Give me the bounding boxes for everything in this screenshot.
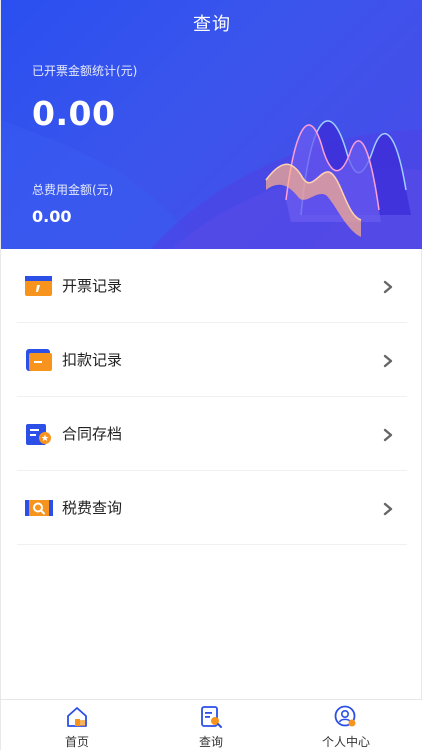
menu-item-tax-query[interactable]: 税费查询 xyxy=(17,471,407,545)
menu-item-label: 开票记录 xyxy=(62,277,123,295)
tab-label: 查询 xyxy=(198,735,223,749)
app-frame: 查询 已开票金额统计(元) 0.00 总费用金额(元) 0.00 开票记录 扣款… xyxy=(0,0,422,750)
profile-icon xyxy=(334,705,358,729)
tab-profile[interactable]: 个人中心 xyxy=(296,700,396,750)
query-menu: 开票记录 扣款记录 合同存档 税费查询 xyxy=(1,249,422,545)
tab-label: 个人中心 xyxy=(321,735,370,749)
chevron-right-icon xyxy=(381,427,395,441)
contract-icon xyxy=(24,421,54,447)
invoice-icon xyxy=(24,273,54,299)
menu-item-deduction-records[interactable]: 扣款记录 xyxy=(17,323,407,397)
query-icon xyxy=(199,705,223,729)
wallet-icon xyxy=(24,347,54,373)
fee-total-label: 总费用金额(元) xyxy=(32,183,114,197)
page-title: 查询 xyxy=(193,14,231,35)
invoice-total-value: 0.00 xyxy=(32,94,116,133)
tax-search-icon xyxy=(24,495,54,521)
menu-item-invoice-records[interactable]: 开票记录 xyxy=(17,249,407,323)
tab-query[interactable]: 查询 xyxy=(161,700,261,750)
tab-home[interactable]: 首页 xyxy=(27,700,127,750)
chevron-right-icon xyxy=(381,279,395,293)
invoice-total-label: 已开票金额统计(元) xyxy=(32,64,138,78)
tab-label: 首页 xyxy=(64,735,89,749)
menu-item-label: 合同存档 xyxy=(62,425,123,443)
fee-total-value: 0.00 xyxy=(32,207,72,226)
chevron-right-icon xyxy=(381,353,395,367)
menu-item-label: 扣款记录 xyxy=(62,351,123,369)
bottom-tab-bar: 首页 查询 个人中心 xyxy=(1,699,422,750)
summary-header: 查询 已开票金额统计(元) 0.00 总费用金额(元) 0.00 xyxy=(1,0,422,249)
home-icon xyxy=(65,705,89,729)
menu-item-contract-archive[interactable]: 合同存档 xyxy=(17,397,407,471)
chevron-right-icon xyxy=(381,501,395,515)
menu-item-label: 税费查询 xyxy=(62,499,123,517)
